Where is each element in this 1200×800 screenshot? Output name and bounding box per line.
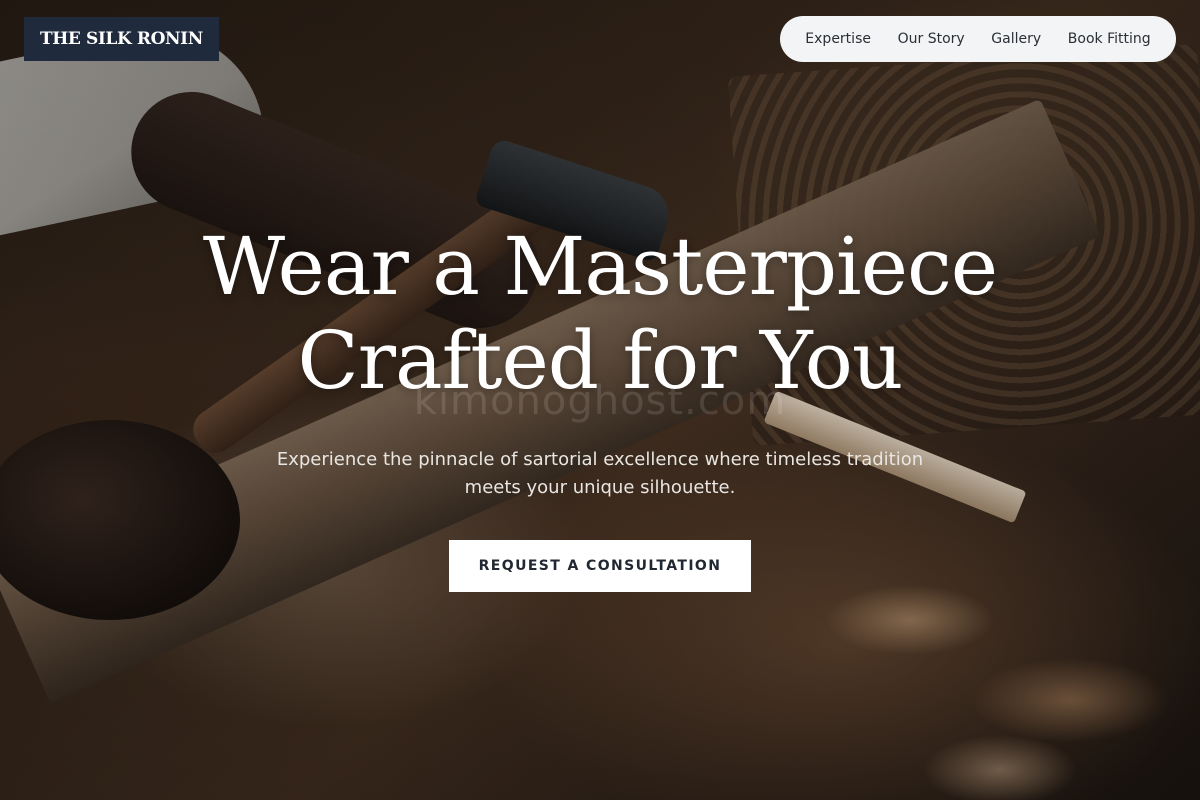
hero-subtitle: Experience the pinnacle of sartorial exc… xyxy=(276,449,924,498)
brand-logo[interactable]: THE SILK RONIN xyxy=(24,17,219,61)
brand-name: THE SILK RONIN xyxy=(40,29,203,49)
nav-item-book-fitting[interactable]: Book Fitting xyxy=(1068,31,1151,47)
nav-item-our-story[interactable]: Our Story xyxy=(898,31,965,47)
main-nav: Expertise Our Story Gallery Book Fitting xyxy=(780,16,1176,62)
hero-title: Wear a Masterpiece Crafted for You xyxy=(0,220,1200,408)
hero-title-line-2: Crafted for You xyxy=(297,314,904,407)
nav-item-gallery[interactable]: Gallery xyxy=(991,31,1041,47)
request-consultation-button[interactable]: REQUEST A CONSULTATION xyxy=(449,540,751,592)
hero-section: kimonoghost.com Wear a Masterpiece Craft… xyxy=(0,220,1200,592)
nav-item-expertise[interactable]: Expertise xyxy=(805,31,871,47)
hero-title-line-1: Wear a Masterpiece xyxy=(202,220,998,313)
